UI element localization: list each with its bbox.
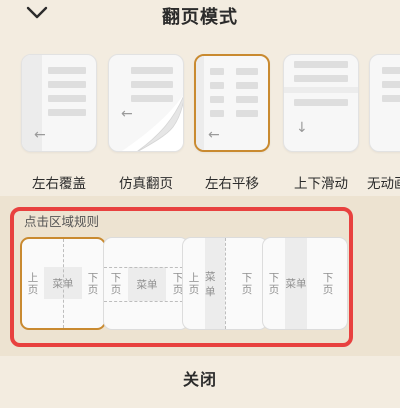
page-title: 翻页模式: [162, 7, 238, 28]
mode-preview: ←: [194, 54, 270, 152]
close-button[interactable]: 关闭: [0, 356, 400, 408]
mode-preview: ←: [108, 54, 184, 152]
arrow-left-icon: ←: [208, 127, 220, 143]
mode-label: 无动画: [367, 176, 400, 192]
mode-preview: ↓: [283, 54, 359, 152]
zone-next: 下页: [268, 271, 280, 296]
zone-menu: 菜单: [205, 238, 225, 329]
mode-preview: [369, 54, 400, 152]
arrow-down-icon: ↓: [296, 120, 308, 136]
zone-next: 下页: [87, 271, 99, 296]
page-curl-icon: [121, 95, 183, 151]
zone-menu: 菜单: [285, 238, 307, 329]
tap-rule-option-1[interactable]: 上页 菜单 下页: [20, 237, 106, 330]
zone-menu: 菜单: [128, 267, 166, 301]
header: 翻页模式: [0, 0, 400, 44]
tap-rule-option-2[interactable]: 下页 菜单 下页: [103, 237, 189, 330]
mode-preview: ←: [21, 54, 97, 152]
arrow-left-icon: ←: [34, 127, 46, 143]
page-mode-list: ← 左右覆盖 ← 仿真翻页 ← 左右平移 ↓ 上下滑动 无动: [0, 44, 400, 196]
zone-next: 下页: [110, 271, 122, 296]
mode-label: 上下滑动: [294, 176, 348, 192]
tap-rules-title: 点击区域规则: [24, 214, 100, 229]
mode-label: 左右平移: [205, 176, 259, 192]
tap-rule-option-3[interactable]: 上页 菜单 下页: [182, 237, 268, 330]
mode-label: 左右覆盖: [32, 176, 86, 192]
zone-prev: 上页: [27, 271, 39, 296]
tap-rule-option-4[interactable]: 下页 菜单 下页: [262, 237, 348, 330]
mode-label: 仿真翻页: [119, 176, 173, 192]
zone-prev: 上页: [188, 271, 200, 296]
zone-next: 下页: [322, 271, 334, 296]
